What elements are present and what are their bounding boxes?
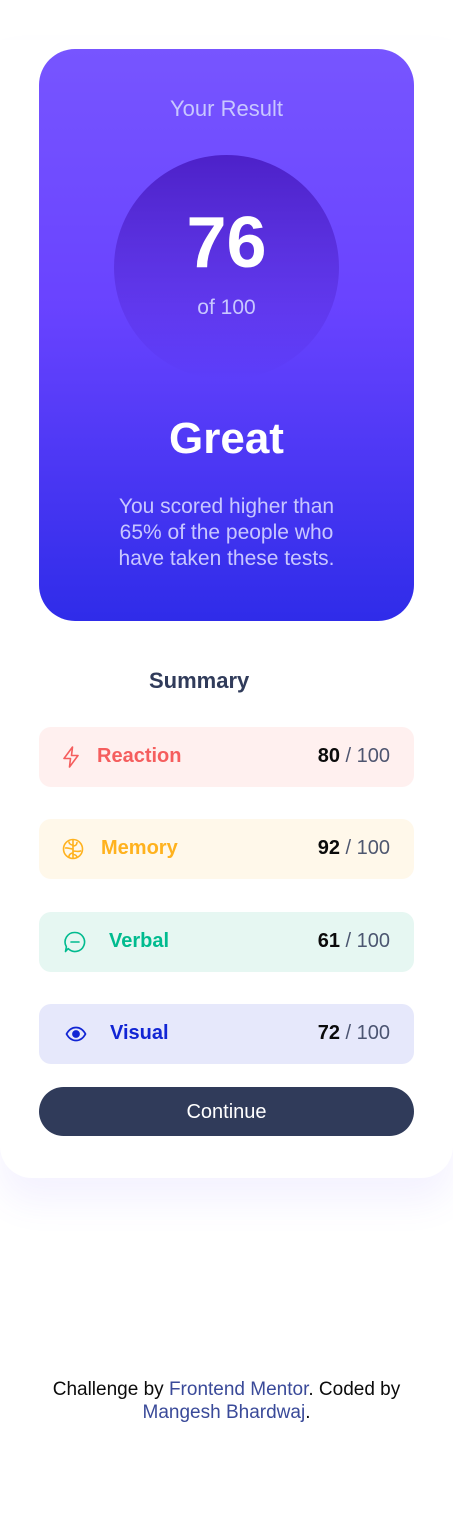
summary-label-memory: Memory — [101, 837, 178, 859]
summary-title: Summary — [149, 668, 250, 693]
footer-middle: . Coded by — [308, 1379, 401, 1400]
score-denominator: / 100 — [345, 837, 390, 859]
frontend-mentor-link[interactable]: Frontend Mentor — [169, 1379, 308, 1400]
score-denominator: / 100 — [345, 1022, 390, 1044]
attribution-footer: Challenge by Frontend Mentor. Coded by M… — [20, 1378, 433, 1424]
score-value: 76 — [186, 203, 267, 283]
summary-score-visual: 72 / 100 — [318, 1022, 390, 1045]
summary-row-verbal: Verbal 61 / 100 — [39, 912, 414, 972]
chat-bubble-icon — [63, 930, 87, 954]
footer-suffix: . — [305, 1402, 311, 1423]
score-of: of 100 — [197, 296, 256, 319]
brain-icon — [61, 837, 85, 861]
score-number: 80 — [317, 745, 340, 767]
page: Your Result 76 of 100 Great You scored h… — [0, 0, 453, 1515]
summary-label-verbal: Verbal — [109, 930, 170, 952]
summary-row-memory: Memory 92 / 100 — [39, 819, 414, 879]
summary-row-visual: Visual 72 / 100 — [39, 1004, 414, 1064]
lightning-icon — [59, 745, 83, 769]
result-title: Your Result — [170, 96, 283, 121]
rating-description: You scored higher than 65% of the people… — [118, 495, 335, 570]
eye-icon — [64, 1022, 88, 1046]
score-number: 61 — [317, 930, 340, 952]
continue-button[interactable]: Continue — [39, 1087, 414, 1136]
rating-heading: Great — [169, 414, 284, 463]
summary-score-verbal: 61 / 100 — [318, 930, 390, 953]
result-panel: Your Result 76 of 100 Great You scored h… — [39, 49, 414, 621]
score-circle: 76 of 100 — [114, 155, 339, 380]
summary-score-reaction: 80 / 100 — [318, 745, 390, 768]
score-number: 92 — [317, 837, 340, 859]
score-number: 72 — [317, 1022, 340, 1044]
summary-label-reaction: Reaction — [97, 745, 182, 767]
score-denominator: / 100 — [345, 930, 390, 952]
author-link[interactable]: Mangesh Bhardwaj — [143, 1402, 306, 1423]
summary-score-memory: 92 / 100 — [318, 837, 390, 860]
footer-prefix: Challenge by — [52, 1379, 169, 1400]
score-denominator: / 100 — [345, 745, 390, 767]
summary-label-visual: Visual — [110, 1022, 169, 1044]
summary-row-reaction: Reaction 80 / 100 — [39, 727, 414, 787]
